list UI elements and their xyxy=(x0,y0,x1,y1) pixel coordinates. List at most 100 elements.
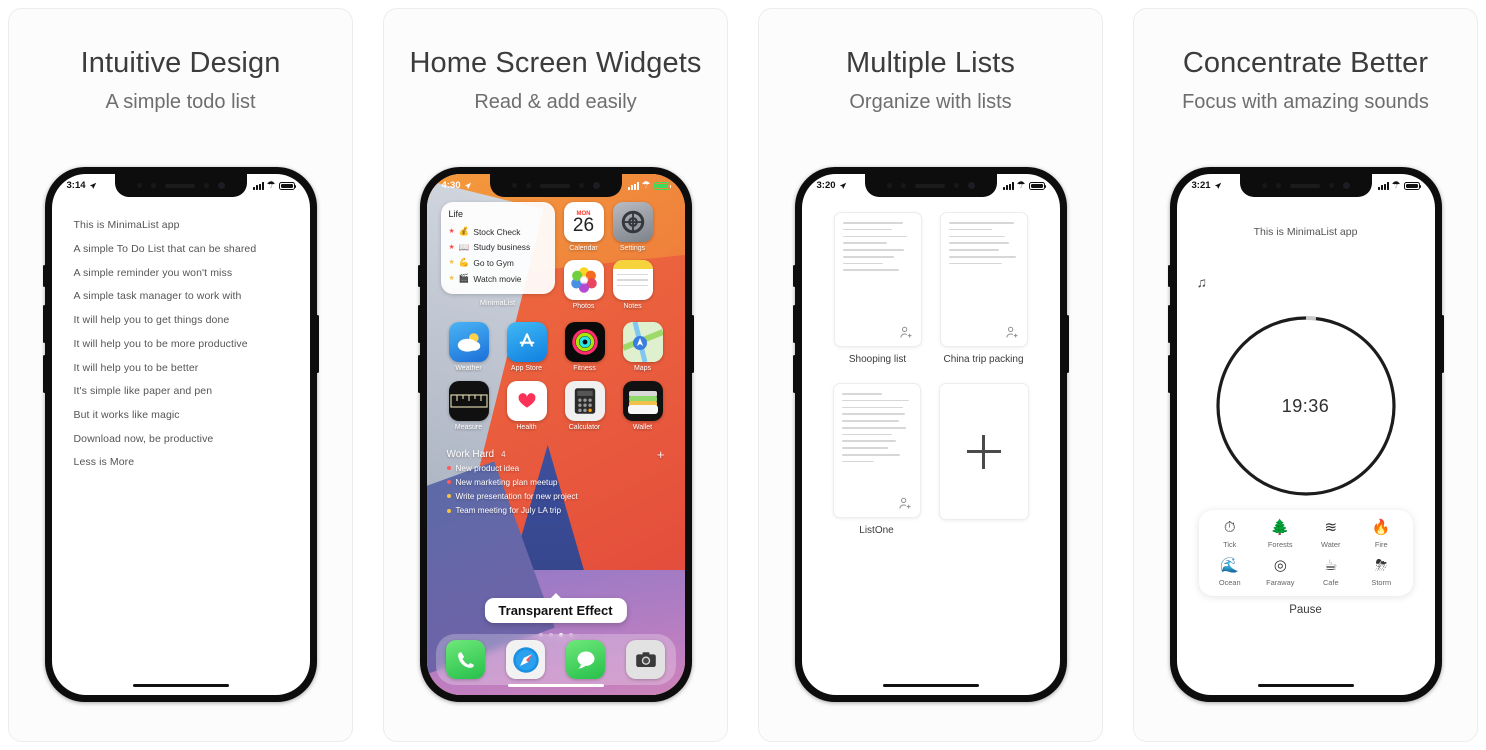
app-label: Photos xyxy=(572,303,595,310)
share-person-icon[interactable] xyxy=(898,496,913,511)
home-indicator[interactable] xyxy=(882,684,979,687)
power-button xyxy=(690,315,694,373)
music-note-icon[interactable]: ♫ xyxy=(1197,274,1208,290)
app-health[interactable]: Health xyxy=(506,381,547,431)
list-card-name: Shooping list xyxy=(848,354,907,365)
add-list-card[interactable] xyxy=(938,383,1029,520)
widget-task[interactable]: ★ 📖 Study business xyxy=(449,240,547,256)
widget-task[interactable]: Team meeting for July LA trip xyxy=(446,504,665,518)
todo-item[interactable]: A simple To Do List that can be shared xyxy=(74,238,288,262)
phone-icon[interactable] xyxy=(446,640,485,679)
app-settings[interactable]: Settings xyxy=(612,202,653,252)
sound-option-storm[interactable]: ⛈ Storm xyxy=(1359,558,1403,587)
sound-option-water[interactable]: ≋ Water xyxy=(1309,520,1353,549)
volume-up-button xyxy=(42,305,46,343)
todo-item[interactable]: It's simple like paper and pen xyxy=(74,380,288,404)
widget-task[interactable]: ★ 💰 Stock Check xyxy=(449,224,547,240)
home-indicator[interactable] xyxy=(132,684,229,687)
status-bar-right: ☂ xyxy=(1377,180,1422,191)
wifi-icon: ☂ xyxy=(266,179,276,191)
pause-button[interactable]: Pause xyxy=(1177,604,1435,616)
list-card[interactable] xyxy=(939,212,1028,347)
widget-task[interactable]: ★ 💪 Go to Gym xyxy=(449,255,547,271)
app-weather[interactable]: Weather xyxy=(448,322,489,372)
minimalist-widget[interactable]: Life ★ 💰 Stock Check ★ 📖 Study business … xyxy=(440,202,555,295)
phone-screen: 3:14 ☂ This is MinimaList app A simple T… xyxy=(51,174,310,695)
todo-list: This is MinimaList app A simple To Do Li… xyxy=(52,214,310,475)
todo-item[interactable]: It will help you to be more productive xyxy=(74,333,288,357)
panel-subtitle: Focus with amazing sounds xyxy=(1182,91,1429,113)
priority-star-icon: ★ xyxy=(448,275,455,283)
todo-item[interactable]: Download now, be productive xyxy=(74,428,288,452)
app-store-screenshot-gallery: Intuitive Design A simple todo list 3:14 xyxy=(0,0,1486,750)
panel-multiple-lists: Multiple Lists Organize with lists 3:20 xyxy=(758,8,1103,742)
focus-timer-ring[interactable]: 19:36 xyxy=(1214,314,1398,498)
home-indicator[interactable] xyxy=(507,684,604,687)
app-notes[interactable]: Notes xyxy=(612,260,653,310)
sound-option-tick[interactable]: ⏱ Tick xyxy=(1208,520,1252,549)
timer-value: 19:36 xyxy=(1281,395,1330,416)
app-measure[interactable]: Measure xyxy=(448,381,489,431)
focus-task-title: This is MinimaList app xyxy=(1253,226,1358,238)
battery-icon xyxy=(278,181,297,190)
todo-item[interactable]: A simple reminder you won't miss xyxy=(74,261,288,285)
app-appstore[interactable]: App Store xyxy=(506,322,547,372)
speaker-icon xyxy=(164,183,195,188)
camera-icon[interactable] xyxy=(626,640,665,679)
status-time: 3:20 xyxy=(816,180,836,191)
cellular-signal-icon xyxy=(252,182,264,190)
speaker-icon xyxy=(539,183,570,188)
notes-icon xyxy=(612,260,653,300)
todo-item[interactable]: It will help you to be better xyxy=(74,356,288,380)
priority-star-icon: ★ xyxy=(448,228,455,236)
list-card[interactable] xyxy=(833,212,922,347)
home-indicator[interactable] xyxy=(1257,684,1354,687)
app-photos[interactable]: Photos xyxy=(563,260,604,310)
fitness-icon xyxy=(564,322,605,362)
panel-concentrate-better: Concentrate Better Focus with amazing so… xyxy=(1133,8,1478,742)
sound-option-forests[interactable]: 🌲 Forests xyxy=(1258,520,1302,549)
task-emoji: 🎬 xyxy=(458,273,470,284)
app-label: Settings xyxy=(619,245,646,252)
work-hard-widget[interactable]: Work Hard 4 + New product idea New marke… xyxy=(441,444,671,522)
task-emoji: 💪 xyxy=(458,257,470,268)
app-maps[interactable]: Maps xyxy=(622,322,663,372)
coffee-icon: ☕ xyxy=(1324,557,1338,574)
sensor-icon xyxy=(953,183,959,188)
status-time: 3:21 xyxy=(1191,180,1211,191)
volume-down-button xyxy=(417,355,421,393)
todo-item[interactable]: A simple task manager to work with xyxy=(74,285,288,309)
todo-item[interactable]: This is MinimaList app xyxy=(74,214,288,238)
sound-option-cafe[interactable]: ☕ Cafe xyxy=(1309,558,1353,587)
front-camera-icon xyxy=(592,182,600,189)
list-card[interactable] xyxy=(832,383,921,518)
todo-item[interactable]: It will help you to get things done xyxy=(74,309,288,333)
messages-icon[interactable] xyxy=(566,640,605,679)
sound-option-ocean[interactable]: 🌊 Ocean xyxy=(1208,558,1252,587)
priority-dot-icon xyxy=(446,508,451,513)
sound-option-fire[interactable]: 🔥 Fire xyxy=(1359,520,1403,549)
widget-task[interactable]: Write presentation for new project xyxy=(446,489,665,503)
priority-star-icon: ★ xyxy=(448,243,455,251)
share-person-icon[interactable] xyxy=(899,325,914,340)
todo-item[interactable]: But it works like magic xyxy=(74,404,288,428)
widget-task[interactable]: ★ 🎬 Watch movie xyxy=(449,271,547,287)
add-task-button[interactable]: + xyxy=(657,448,665,461)
list-card-name: ListOne xyxy=(859,525,894,536)
app-label: Wallet xyxy=(632,424,653,431)
notch xyxy=(864,174,997,197)
sound-option-faraway[interactable]: ◎ Faraway xyxy=(1258,558,1302,587)
app-fitness[interactable]: Fitness xyxy=(564,322,605,372)
widget-task[interactable]: New product idea xyxy=(446,461,665,475)
app-calculator[interactable]: Calculator xyxy=(564,381,605,431)
widget-task[interactable]: New marketing plan meetup xyxy=(446,475,665,489)
app-wallet[interactable]: Wallet xyxy=(622,381,663,431)
plus-icon xyxy=(966,434,1001,469)
calendar-day: 26 xyxy=(572,215,595,237)
tree-icon: 🌲 xyxy=(1270,519,1290,536)
status-bar-right: ☂ xyxy=(252,179,297,191)
app-calendar[interactable]: MON 26 Calendar xyxy=(563,202,604,252)
safari-icon[interactable] xyxy=(506,640,545,679)
share-person-icon[interactable] xyxy=(1005,325,1020,340)
todo-item[interactable]: Less is More xyxy=(74,451,288,475)
